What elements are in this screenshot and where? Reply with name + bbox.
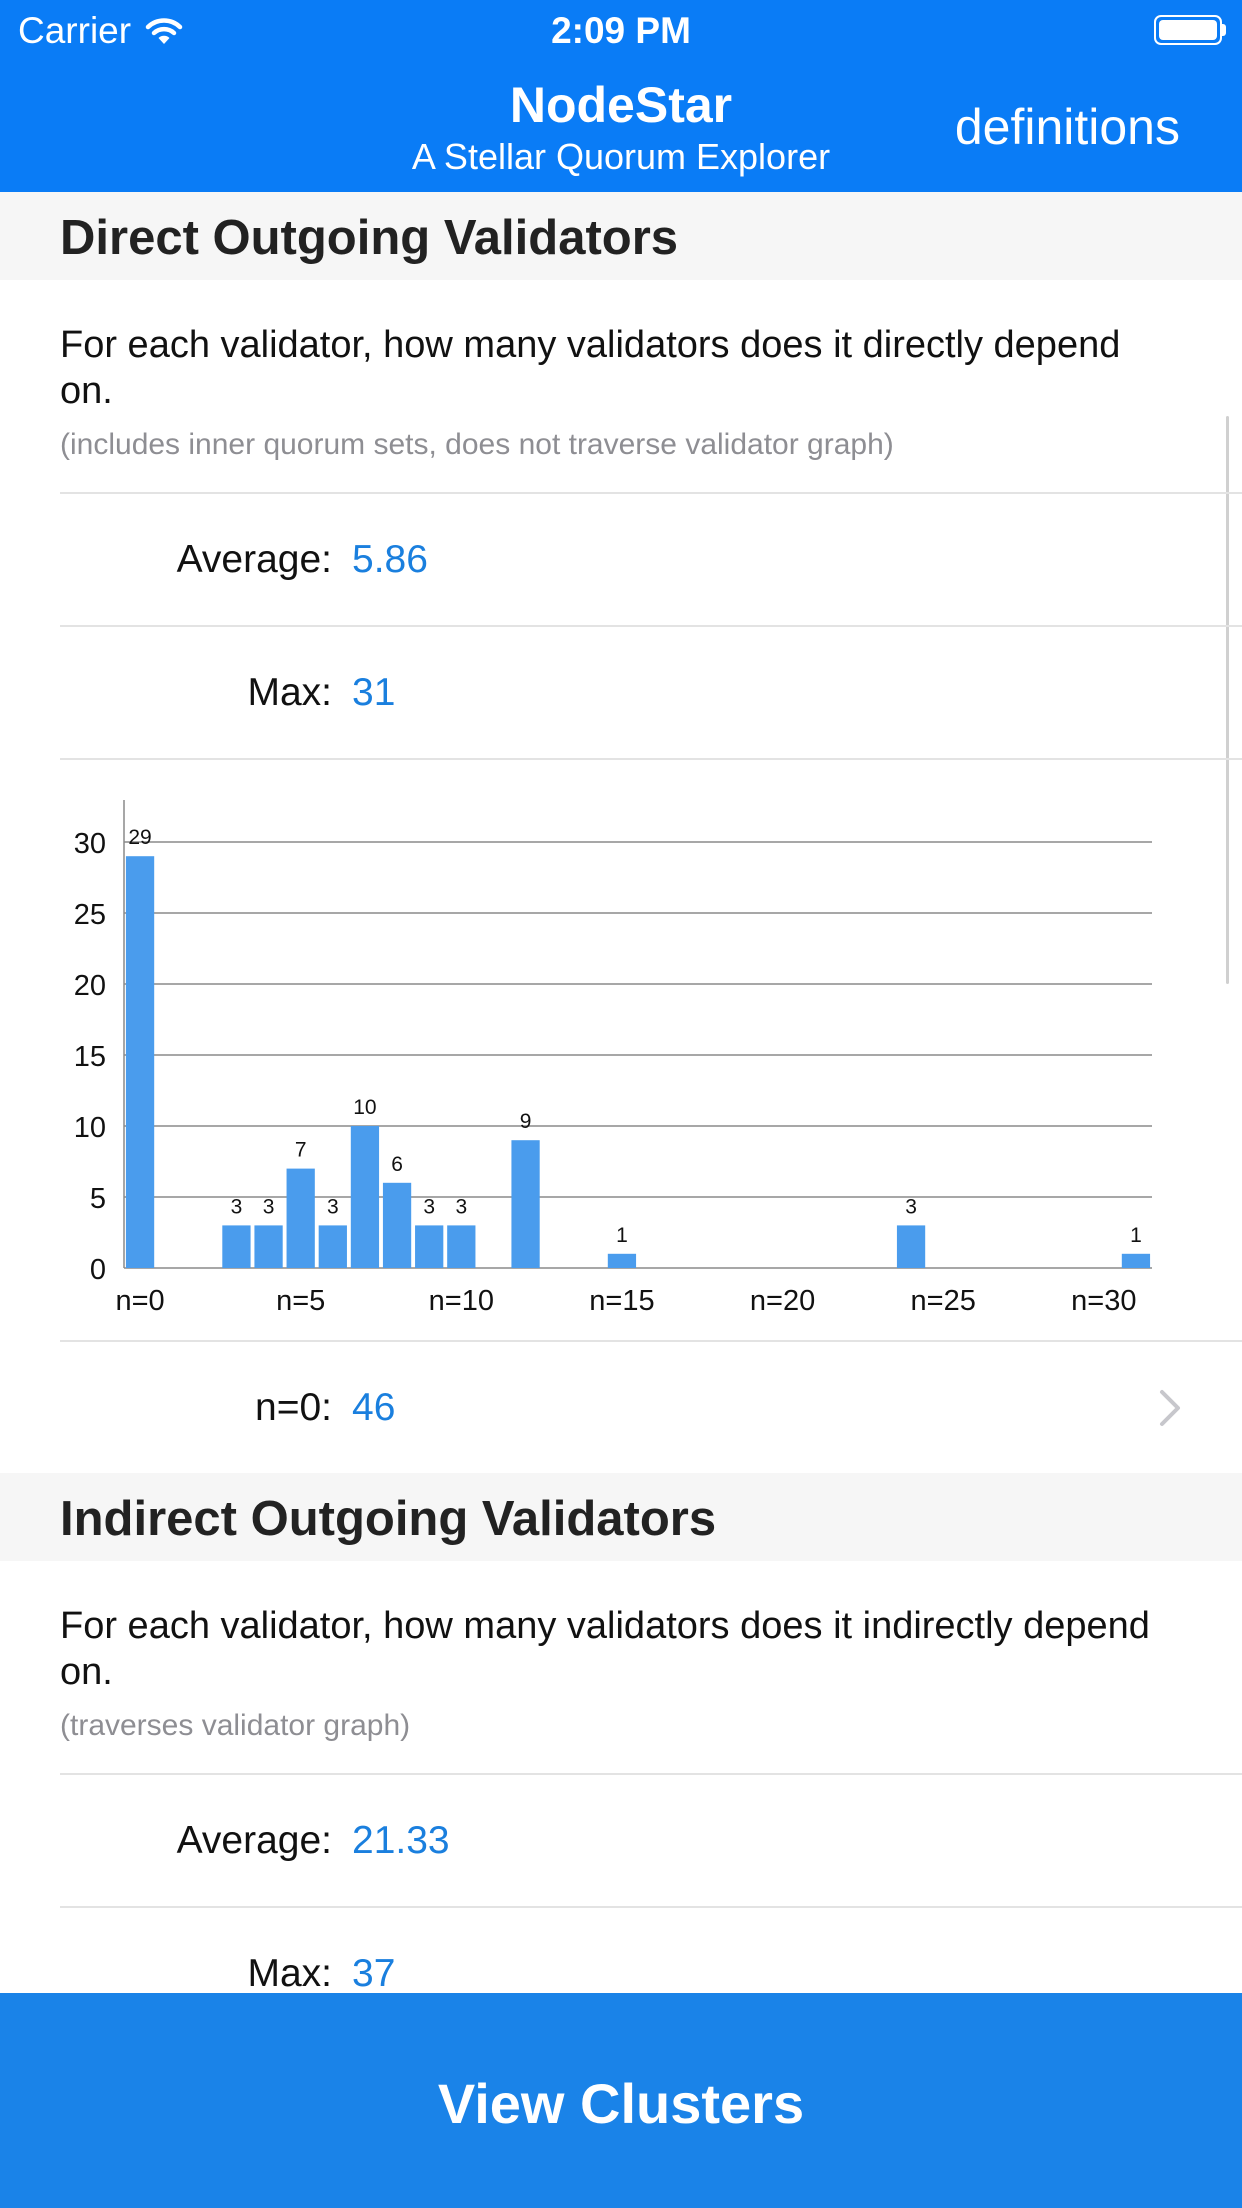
- y-tick-label: 10: [74, 1112, 106, 1144]
- direct-description: For each validator, how many validators …: [0, 280, 1242, 492]
- section-title: Direct Outgoing Validators: [60, 211, 679, 265]
- indirect-average-row: Average: 21.33: [60, 1773, 1242, 1906]
- x-tick-label: n=20: [750, 1285, 815, 1317]
- x-tick-label: n=5: [276, 1285, 325, 1317]
- stats-list[interactable]: Direct Outgoing Validators For each vali…: [0, 192, 1242, 2039]
- bar-value-label: 3: [455, 1195, 467, 1218]
- bar-value-label: 29: [128, 826, 151, 849]
- x-tick-label: n=10: [429, 1285, 494, 1317]
- bar-value-label: 10: [353, 1096, 376, 1119]
- bar: [607, 1253, 637, 1268]
- bar: [447, 1225, 476, 1268]
- x-tick-label: n=15: [589, 1285, 654, 1317]
- description-note: (traverses validator graph): [60, 1709, 411, 1742]
- description-text: For each validator, how many validators …: [60, 324, 1121, 412]
- chevron-right-icon: [1160, 1390, 1180, 1426]
- bar: [318, 1225, 347, 1268]
- section-header-indirect: Indirect Outgoing Validators: [0, 1473, 1242, 1561]
- bar: [286, 1168, 315, 1268]
- view-clusters-button[interactable]: View Clusters: [0, 1993, 1242, 2208]
- description-note: (includes inner quorum sets, does not tr…: [60, 428, 894, 461]
- navigation-bar: Carrier 2:09 PM NodeStar A Stellar Quoru…: [0, 0, 1242, 192]
- direct-average-row: Average: 5.86: [60, 492, 1242, 625]
- stat-value: 46: [352, 1386, 396, 1429]
- y-tick-label: 20: [74, 970, 106, 1002]
- bar-value-label: 3: [905, 1195, 917, 1218]
- y-tick-label: 5: [90, 1183, 106, 1215]
- x-tick-label: n=30: [1071, 1285, 1136, 1317]
- bar-value-label: 3: [327, 1195, 339, 1218]
- view-clusters-label: View Clusters: [437, 2072, 805, 2135]
- bar: [222, 1225, 251, 1268]
- bar: [415, 1225, 444, 1268]
- bar: [382, 1182, 412, 1268]
- stat-value: 31: [352, 671, 396, 714]
- bar-value-label: 3: [231, 1195, 243, 1218]
- y-tick-label: 25: [74, 899, 106, 931]
- bar: [125, 856, 155, 1268]
- status-time: 2:09 PM: [551, 10, 691, 51]
- bar: [511, 1140, 540, 1268]
- stat-label: Max:: [247, 1952, 332, 1995]
- stat-label: Average:: [176, 1819, 332, 1862]
- stat-value: 5.86: [352, 538, 428, 581]
- stat-label: n=0:: [255, 1386, 332, 1429]
- bar: [1121, 1253, 1151, 1268]
- direct-histogram-row[interactable]: 0 5 10 15 20 25 30 29 3 3 7 3 10 6 3 3 9 1 3 1 n=0 n=5 n=10 n=1…: [60, 758, 1242, 1340]
- stat-value: 37: [352, 1952, 396, 1995]
- description-text: For each validator, how many validators …: [60, 1605, 1150, 1693]
- direct-histogram-chart[interactable]: 051015202530 293 3731063 39131n=0 n=5 n=10 n=1…: [0, 760, 1242, 1340]
- bar-value-label: 1: [616, 1224, 628, 1247]
- y-tick-label: 30: [74, 828, 106, 860]
- bar-value-label: 9: [520, 1110, 532, 1133]
- x-tick-label: n=0: [115, 1285, 164, 1317]
- direct-selected-bucket-row[interactable]: n=0: 46: [60, 1340, 1242, 1473]
- indirect-description: For each validator, how many validators …: [0, 1561, 1242, 1773]
- bar: [254, 1225, 283, 1268]
- bar: [896, 1225, 926, 1268]
- y-tick-label: 15: [74, 1041, 106, 1073]
- section-title: Indirect Outgoing Validators: [60, 1492, 717, 1546]
- battery-icon: [1154, 15, 1226, 45]
- bar-value-label: 6: [391, 1153, 403, 1176]
- stat-label: Average:: [176, 538, 332, 581]
- bar-value-label: 3: [423, 1195, 435, 1218]
- direct-max-row: Max: 31: [60, 625, 1242, 758]
- bar: [350, 1126, 380, 1268]
- definitions-button[interactable]: definitions: [955, 98, 1180, 156]
- bar-value-label: 7: [295, 1139, 307, 1162]
- section-header-direct: Direct Outgoing Validators: [0, 192, 1242, 280]
- x-tick-label: n=25: [911, 1285, 976, 1317]
- bar-value-label: 1: [1130, 1224, 1142, 1247]
- bar-value-label: 3: [263, 1195, 275, 1218]
- y-tick-label: 0: [90, 1254, 106, 1286]
- stat-value: 21.33: [352, 1819, 450, 1862]
- stat-label: Max:: [247, 671, 332, 714]
